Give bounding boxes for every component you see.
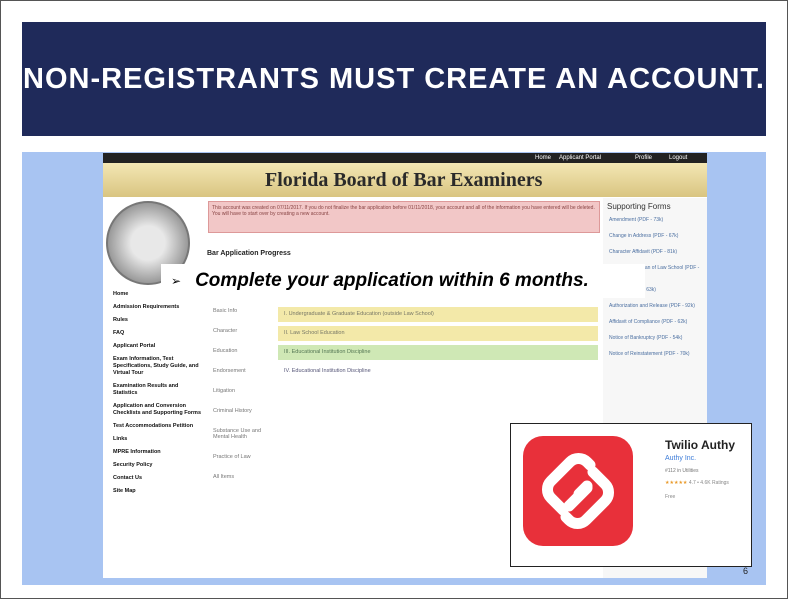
progress-step[interactable]: II. Law School Education bbox=[278, 326, 598, 341]
supporting-form-link[interactable]: Affidavit of Compliance (PDF - 62k) bbox=[603, 317, 707, 327]
account-alert-text: This account was created on 07/11/2017. … bbox=[212, 205, 595, 217]
left-nav-item[interactable]: Test Accommodations Petition bbox=[113, 423, 203, 430]
slide-title: NON-REGISTRANTS MUST CREATE AN ACCOUNT. bbox=[23, 62, 765, 95]
slide-page-number: 6 bbox=[743, 566, 749, 576]
left-nav-item[interactable]: Security Policy bbox=[113, 462, 203, 469]
app-price[interactable]: Free bbox=[665, 494, 675, 500]
left-nav-item[interactable]: Admission Requirements bbox=[113, 304, 203, 311]
app-name: Twilio Authy bbox=[665, 438, 735, 452]
sub-nav-item[interactable]: All Items bbox=[213, 474, 273, 480]
supporting-forms-title: Supporting Forms bbox=[607, 202, 671, 211]
supporting-form-link[interactable]: Change in Address (PDF - 67k) bbox=[603, 231, 707, 241]
sub-nav-item[interactable]: Substance Use and Mental Health bbox=[213, 428, 273, 440]
authy-app-icon bbox=[523, 436, 633, 546]
application-sub-nav: Basic Info Character Education Endorseme… bbox=[213, 308, 273, 494]
app-store-card: Twilio Authy Authy Inc. #112 in Utilitie… bbox=[510, 423, 752, 567]
left-nav-item[interactable]: FAQ bbox=[113, 330, 203, 337]
left-nav-item[interactable]: Applicant Portal bbox=[113, 343, 203, 350]
bullet-callout: ➢ Complete your application within 6 mon… bbox=[161, 264, 645, 298]
progress-step[interactable]: IV. Educational Institution Discipline bbox=[278, 364, 598, 379]
app-ratings-count: 4.7 • 4.6K Ratings bbox=[688, 480, 729, 486]
nav-applicant-portal[interactable]: Applicant Portal bbox=[559, 153, 601, 163]
sub-nav-item[interactable]: Practice of Law bbox=[213, 454, 273, 460]
sub-nav-item[interactable]: Character bbox=[213, 328, 273, 334]
left-nav-item[interactable]: Site Map bbox=[113, 488, 203, 495]
progress-step[interactable]: I. Undergraduate & Graduate Education (o… bbox=[278, 307, 598, 322]
left-nav-item[interactable]: MPRE Information bbox=[113, 449, 203, 456]
left-nav-item[interactable]: Links bbox=[113, 436, 203, 443]
left-nav-item[interactable]: Examination Results and Statistics bbox=[113, 383, 203, 397]
slide-title-bar: NON-REGISTRANTS MUST CREATE AN ACCOUNT. bbox=[22, 22, 766, 136]
progress-step[interactable]: III. Educational Institution Discipline bbox=[278, 345, 598, 360]
app-developer-link[interactable]: Authy Inc. bbox=[665, 455, 696, 462]
nav-profile[interactable]: Profile bbox=[635, 153, 652, 163]
bullet-text: Complete your application within 6 month… bbox=[195, 270, 589, 291]
left-nav-item[interactable]: Application and Conversion Checklists an… bbox=[113, 403, 203, 417]
sub-nav-item[interactable]: Litigation bbox=[213, 388, 273, 394]
sub-nav-item[interactable]: Criminal History bbox=[213, 408, 273, 414]
left-nav-item[interactable]: Contact Us bbox=[113, 475, 203, 482]
left-nav-item[interactable]: Rules bbox=[113, 317, 203, 324]
star-rating-icon: ★★★★★ bbox=[665, 480, 688, 486]
app-rank: #112 in Utilities bbox=[665, 468, 699, 474]
left-nav-item[interactable]: Exam Information, Test Specifications, S… bbox=[113, 356, 203, 377]
supporting-form-link[interactable]: Notice of Bankruptcy (PDF - 54k) bbox=[603, 333, 707, 343]
account-alert: This account was created on 07/11/2017. … bbox=[208, 201, 600, 233]
sub-nav-item[interactable]: Education bbox=[213, 348, 273, 354]
supporting-form-link[interactable]: Amendment (PDF - 73k) bbox=[603, 215, 707, 225]
nav-logout[interactable]: Logout bbox=[669, 153, 687, 163]
supporting-form-link[interactable]: Authorization and Release (PDF - 92k) bbox=[603, 301, 707, 311]
site-banner: Florida Board of Bar Examiners bbox=[103, 163, 707, 197]
site-banner-title: Florida Board of Bar Examiners bbox=[265, 169, 543, 191]
progress-steps: I. Undergraduate & Graduate Education (o… bbox=[278, 307, 598, 383]
sub-nav-item[interactable]: Basic Info bbox=[213, 308, 273, 314]
bullet-arrow-icon: ➢ bbox=[171, 274, 182, 288]
site-top-nav: Home Applicant Portal Profile Logout bbox=[103, 153, 707, 163]
supporting-form-link[interactable]: Character Affidavit (PDF - 81k) bbox=[603, 247, 707, 257]
progress-title: Bar Application Progress bbox=[207, 250, 291, 257]
nav-home[interactable]: Home bbox=[535, 153, 551, 163]
supporting-form-link[interactable]: Notice of Reinstatement (PDF - 70k) bbox=[603, 349, 707, 359]
site-left-nav: Home Admission Requirements Rules FAQ Ap… bbox=[113, 291, 203, 501]
app-rating: ★★★★★ 4.7 • 4.6K Ratings bbox=[665, 480, 729, 486]
sub-nav-item[interactable]: Endorsement bbox=[213, 368, 273, 374]
